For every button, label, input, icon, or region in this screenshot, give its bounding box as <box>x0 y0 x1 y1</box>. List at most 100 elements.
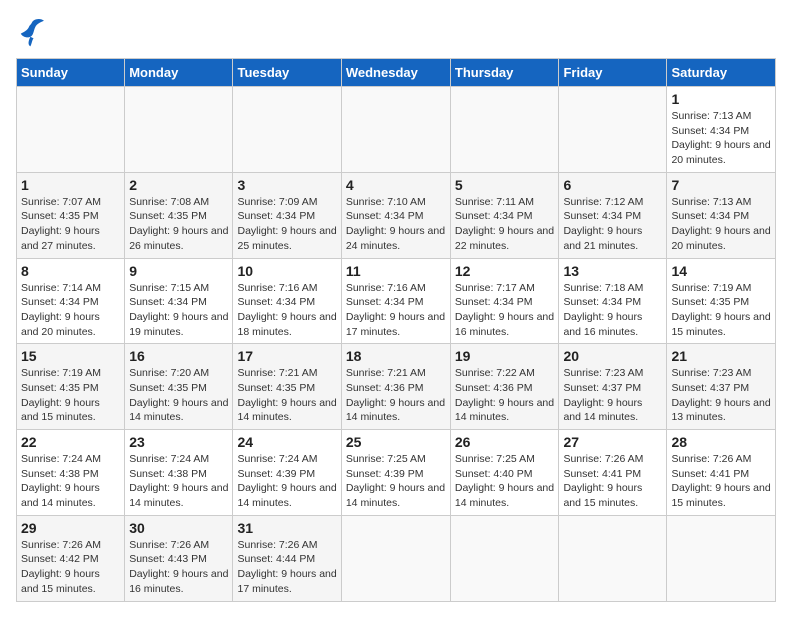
day-number: 4 <box>346 177 446 193</box>
calendar-cell: 1 Sunrise: 7:07 AM Sunset: 4:35 PM Dayli… <box>17 172 125 258</box>
sunset-label: Sunset: 4:35 PM <box>129 382 207 394</box>
sunrise-label: Sunrise: 7:21 AM <box>237 367 317 379</box>
sunset-label: Sunset: 4:34 PM <box>237 296 315 308</box>
calendar-cell: 22 Sunrise: 7:24 AM Sunset: 4:38 PM Dayl… <box>17 430 125 516</box>
calendar-cell <box>450 515 559 601</box>
weekday-header-friday: Friday <box>559 59 667 87</box>
daylight-label: Daylight: 9 hours and 24 minutes. <box>346 225 445 252</box>
day-info: Sunrise: 7:21 AM Sunset: 4:35 PM Dayligh… <box>237 366 336 425</box>
daylight-label: Daylight: 9 hours and 15 minutes. <box>671 311 770 338</box>
calendar-cell <box>17 87 125 173</box>
weekday-header-row: SundayMondayTuesdayWednesdayThursdayFrid… <box>17 59 776 87</box>
daylight-label: Daylight: 9 hours and 14 minutes. <box>455 482 554 509</box>
day-number: 18 <box>346 348 446 364</box>
page-header <box>16 16 776 48</box>
daylight-label: Daylight: 9 hours and 15 minutes. <box>671 482 770 509</box>
daylight-label: Daylight: 9 hours and 26 minutes. <box>129 225 228 252</box>
day-info: Sunrise: 7:18 AM Sunset: 4:34 PM Dayligh… <box>563 281 662 340</box>
daylight-label: Daylight: 9 hours and 15 minutes. <box>21 397 100 424</box>
day-number: 27 <box>563 434 662 450</box>
sunset-label: Sunset: 4:34 PM <box>455 296 533 308</box>
calendar-cell: 15 Sunrise: 7:19 AM Sunset: 4:35 PM Dayl… <box>17 344 125 430</box>
day-info: Sunrise: 7:15 AM Sunset: 4:34 PM Dayligh… <box>129 281 228 340</box>
day-info: Sunrise: 7:13 AM Sunset: 4:34 PM Dayligh… <box>671 195 771 254</box>
calendar-cell: 21 Sunrise: 7:23 AM Sunset: 4:37 PM Dayl… <box>667 344 776 430</box>
daylight-label: Daylight: 9 hours and 20 minutes. <box>671 225 770 252</box>
calendar-cell <box>450 87 559 173</box>
daylight-label: Daylight: 9 hours and 21 minutes. <box>563 225 642 252</box>
sunset-label: Sunset: 4:34 PM <box>455 210 533 222</box>
calendar-cell: 24 Sunrise: 7:24 AM Sunset: 4:39 PM Dayl… <box>233 430 341 516</box>
calendar-cell: 9 Sunrise: 7:15 AM Sunset: 4:34 PM Dayli… <box>125 258 233 344</box>
day-number: 7 <box>671 177 771 193</box>
sunrise-label: Sunrise: 7:22 AM <box>455 367 535 379</box>
sunrise-label: Sunrise: 7:18 AM <box>563 282 643 294</box>
sunrise-label: Sunrise: 7:19 AM <box>21 367 101 379</box>
day-number: 13 <box>563 263 662 279</box>
day-info: Sunrise: 7:21 AM Sunset: 4:36 PM Dayligh… <box>346 366 446 425</box>
sunrise-label: Sunrise: 7:16 AM <box>237 282 317 294</box>
day-info: Sunrise: 7:26 AM Sunset: 4:43 PM Dayligh… <box>129 538 228 597</box>
sunrise-label: Sunrise: 7:13 AM <box>671 196 751 208</box>
day-info: Sunrise: 7:14 AM Sunset: 4:34 PM Dayligh… <box>21 281 120 340</box>
day-info: Sunrise: 7:24 AM Sunset: 4:39 PM Dayligh… <box>237 452 336 511</box>
calendar-cell: 6 Sunrise: 7:12 AM Sunset: 4:34 PM Dayli… <box>559 172 667 258</box>
sunset-label: Sunset: 4:37 PM <box>563 382 641 394</box>
day-info: Sunrise: 7:23 AM Sunset: 4:37 PM Dayligh… <box>671 366 771 425</box>
sunrise-label: Sunrise: 7:07 AM <box>21 196 101 208</box>
sunrise-label: Sunrise: 7:20 AM <box>129 367 209 379</box>
daylight-label: Daylight: 9 hours and 14 minutes. <box>129 482 228 509</box>
day-number: 14 <box>671 263 771 279</box>
daylight-label: Daylight: 9 hours and 20 minutes. <box>671 139 770 166</box>
day-number: 26 <box>455 434 555 450</box>
sunset-label: Sunset: 4:34 PM <box>563 296 641 308</box>
day-number: 15 <box>21 348 120 364</box>
calendar-cell <box>559 87 667 173</box>
sunrise-label: Sunrise: 7:24 AM <box>21 453 101 465</box>
sunrise-label: Sunrise: 7:21 AM <box>346 367 426 379</box>
day-info: Sunrise: 7:08 AM Sunset: 4:35 PM Dayligh… <box>129 195 228 254</box>
calendar-cell: 30 Sunrise: 7:26 AM Sunset: 4:43 PM Dayl… <box>125 515 233 601</box>
sunrise-label: Sunrise: 7:23 AM <box>563 367 643 379</box>
sunset-label: Sunset: 4:41 PM <box>563 468 641 480</box>
calendar-cell: 27 Sunrise: 7:26 AM Sunset: 4:41 PM Dayl… <box>559 430 667 516</box>
daylight-label: Daylight: 9 hours and 14 minutes. <box>455 397 554 424</box>
logo <box>16 16 52 48</box>
calendar-cell: 4 Sunrise: 7:10 AM Sunset: 4:34 PM Dayli… <box>341 172 450 258</box>
sunrise-label: Sunrise: 7:26 AM <box>129 539 209 551</box>
sunrise-label: Sunrise: 7:23 AM <box>671 367 751 379</box>
daylight-label: Daylight: 9 hours and 14 minutes. <box>346 397 445 424</box>
daylight-label: Daylight: 9 hours and 14 minutes. <box>237 397 336 424</box>
calendar-cell: 26 Sunrise: 7:25 AM Sunset: 4:40 PM Dayl… <box>450 430 559 516</box>
day-info: Sunrise: 7:16 AM Sunset: 4:34 PM Dayligh… <box>237 281 336 340</box>
day-number: 30 <box>129 520 228 536</box>
calendar-week-row: 1 Sunrise: 7:07 AM Sunset: 4:35 PM Dayli… <box>17 172 776 258</box>
daylight-label: Daylight: 9 hours and 14 minutes. <box>563 397 642 424</box>
daylight-label: Daylight: 9 hours and 16 minutes. <box>455 311 554 338</box>
sunrise-label: Sunrise: 7:25 AM <box>455 453 535 465</box>
day-number: 3 <box>237 177 336 193</box>
daylight-label: Daylight: 9 hours and 20 minutes. <box>21 311 100 338</box>
day-number: 24 <box>237 434 336 450</box>
day-info: Sunrise: 7:19 AM Sunset: 4:35 PM Dayligh… <box>21 366 120 425</box>
day-number: 17 <box>237 348 336 364</box>
sunrise-label: Sunrise: 7:17 AM <box>455 282 535 294</box>
sunset-label: Sunset: 4:35 PM <box>129 210 207 222</box>
sunset-label: Sunset: 4:37 PM <box>671 382 749 394</box>
daylight-label: Daylight: 9 hours and 27 minutes. <box>21 225 100 252</box>
day-number: 19 <box>455 348 555 364</box>
calendar-cell: 2 Sunrise: 7:08 AM Sunset: 4:35 PM Dayli… <box>125 172 233 258</box>
sunset-label: Sunset: 4:42 PM <box>21 553 99 565</box>
day-number: 5 <box>455 177 555 193</box>
daylight-label: Daylight: 9 hours and 19 minutes. <box>129 311 228 338</box>
calendar-cell: 10 Sunrise: 7:16 AM Sunset: 4:34 PM Dayl… <box>233 258 341 344</box>
sunset-label: Sunset: 4:35 PM <box>237 382 315 394</box>
daylight-label: Daylight: 9 hours and 14 minutes. <box>346 482 445 509</box>
weekday-header-tuesday: Tuesday <box>233 59 341 87</box>
sunrise-label: Sunrise: 7:26 AM <box>671 453 751 465</box>
weekday-header-wednesday: Wednesday <box>341 59 450 87</box>
day-number: 1 <box>21 177 120 193</box>
sunset-label: Sunset: 4:44 PM <box>237 553 315 565</box>
sunset-label: Sunset: 4:36 PM <box>455 382 533 394</box>
sunrise-label: Sunrise: 7:19 AM <box>671 282 751 294</box>
